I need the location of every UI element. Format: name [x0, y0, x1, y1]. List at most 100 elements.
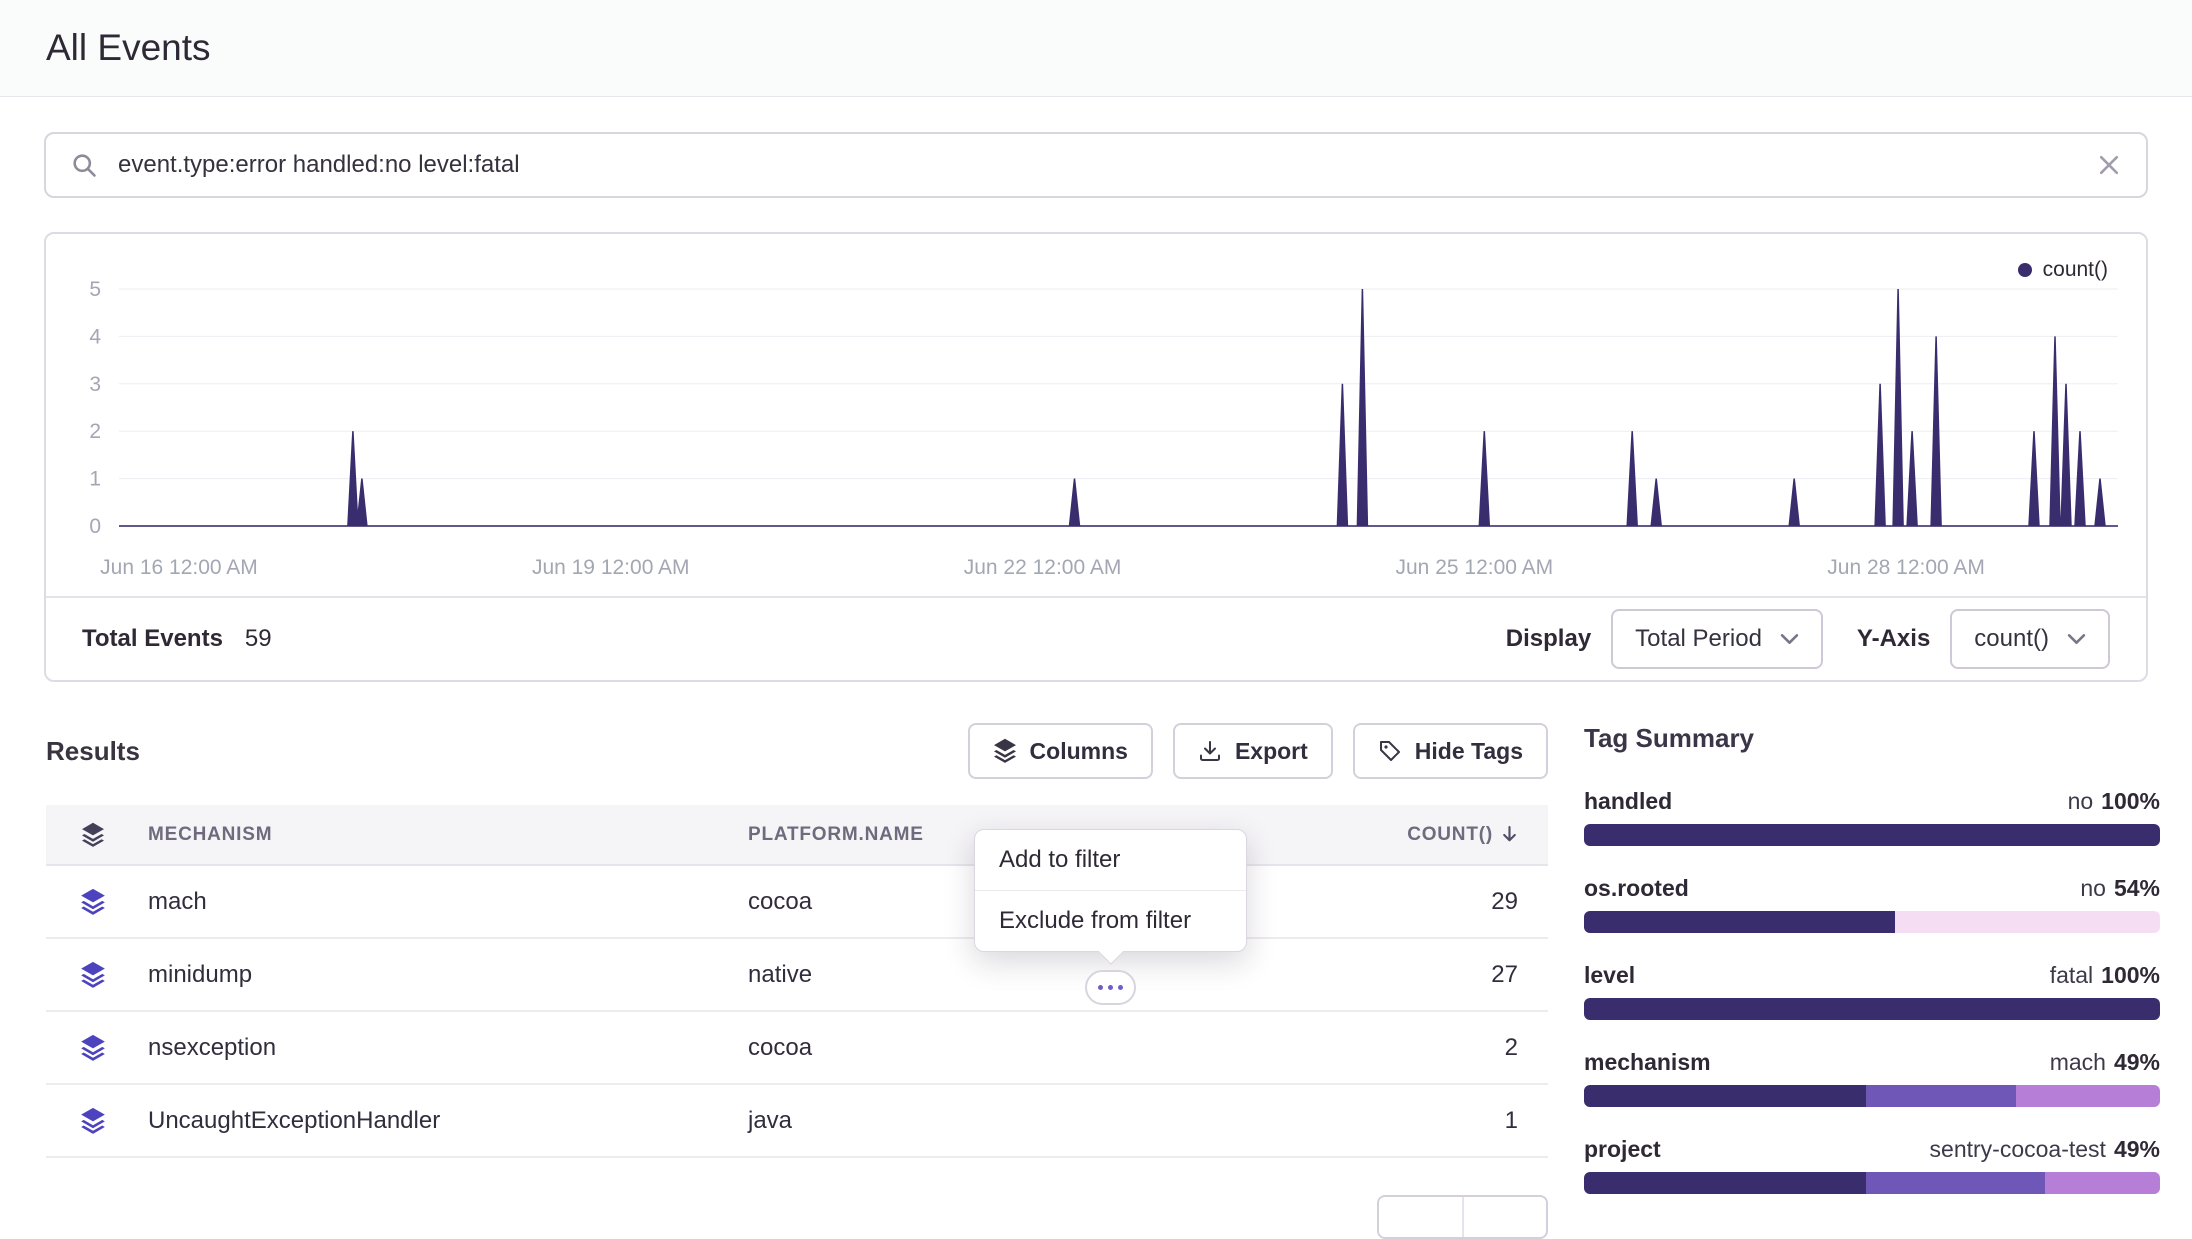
- row-actions-button[interactable]: [1085, 970, 1136, 1005]
- tag-name[interactable]: project: [1584, 1136, 1661, 1163]
- results-heading: Results: [46, 736, 140, 767]
- display-dropdown[interactable]: Total Period: [1611, 609, 1823, 669]
- tag-bar-segment: [1584, 824, 2160, 846]
- columns-button[interactable]: Columns: [968, 723, 1153, 779]
- svg-text:4: 4: [89, 325, 101, 348]
- results-header: Results Columns Export Hide Tags: [46, 723, 1548, 779]
- previous-page-button[interactable]: [1379, 1197, 1462, 1237]
- tag-name[interactable]: os.rooted: [1584, 875, 1689, 902]
- tag-distribution-bar[interactable]: [1584, 998, 2160, 1020]
- chevron-down-icon: [1780, 633, 1799, 645]
- cell-mechanism[interactable]: UncaughtExceptionHandler: [140, 1107, 740, 1135]
- page-title: All Events: [46, 27, 211, 69]
- tag-summary: Tag Summary handledno100%os.rootedno54%l…: [1584, 723, 2160, 1223]
- tag-bar-segment: [1866, 1172, 2045, 1194]
- tag-distribution-bar[interactable]: [1584, 911, 2160, 933]
- cell-count: 2: [1308, 1034, 1548, 1062]
- yaxis-dropdown-value: count(): [1974, 625, 2049, 653]
- cell-mechanism[interactable]: mach: [140, 888, 740, 916]
- tag-os.rooted: os.rootedno54%: [1584, 875, 2160, 933]
- ellipsis-icon: [1098, 985, 1103, 990]
- chart-footer: Total Events 59 Display Total Period Y-A…: [46, 596, 2146, 680]
- tag-handled: handled no100%: [1584, 788, 2160, 846]
- tag-icon: [1378, 738, 1402, 764]
- total-events-label: Total Events: [82, 625, 223, 653]
- legend-dot: [2018, 263, 2032, 277]
- table-row[interactable]: minidumpnative27: [46, 939, 1548, 1012]
- tag-top-value: mach49%: [2050, 1049, 2160, 1076]
- tag-name[interactable]: mechanism: [1584, 1049, 1711, 1076]
- svg-text:5: 5: [89, 278, 101, 301]
- search-icon: [70, 151, 98, 179]
- sort-descending-icon: [1501, 825, 1518, 844]
- results-table: MECHANISM PLATFORM.NAME COUNT() machcoco…: [46, 805, 1548, 1158]
- layers-icon: [46, 961, 140, 989]
- hide-tags-button[interactable]: Hide Tags: [1353, 723, 1548, 779]
- tag-distribution-bar[interactable]: [1584, 1085, 2160, 1107]
- table-body: machcocoa29 minidumpnative27 nsexception…: [46, 866, 1548, 1158]
- cell-mechanism[interactable]: minidump: [140, 961, 740, 989]
- cell-count: 27: [1308, 961, 1548, 989]
- events-chart: 0 1 2 3 4 5 Jun 16 12:00 AM Jun 19 12:00 AM Jun …: [46, 234, 2146, 596]
- cell-platform-name[interactable]: java: [740, 1107, 1308, 1135]
- tag-name[interactable]: handled: [1584, 788, 1672, 815]
- events-chart-panel: count() 0 1 2 3 4 5 Jun 16 12:00 AM Jun 19 12:0…: [44, 232, 2148, 682]
- svg-text:3: 3: [89, 373, 101, 396]
- search-input[interactable]: event.type:error handled:no level:fatal: [118, 151, 2076, 179]
- tag-list: handled no100% os.rootedno54% level fatal100…: [1584, 788, 2160, 1194]
- cell-count: 29: [1308, 888, 1548, 916]
- cell-mechanism[interactable]: nsexception: [140, 1034, 740, 1062]
- svg-text:2: 2: [89, 420, 101, 443]
- tag-distribution-bar[interactable]: [1584, 824, 2160, 846]
- table-row[interactable]: UncaughtExceptionHandlerjava1: [46, 1085, 1548, 1158]
- yaxis-dropdown[interactable]: count(): [1950, 609, 2110, 669]
- next-page-button[interactable]: [1462, 1197, 1547, 1237]
- add-to-filter-menu-item[interactable]: Add to filter: [975, 830, 1246, 890]
- tag-bar-segment: [1584, 911, 1895, 933]
- svg-text:Jun 28 12:00 AM: Jun 28 12:00 AM: [1827, 556, 1985, 579]
- button-label: Export: [1235, 738, 1308, 765]
- all-events-page: { "page": { "title": "All Events" }, "se…: [0, 0, 2192, 1208]
- clear-search-button[interactable]: [2096, 152, 2122, 178]
- legend-label: count(): [2043, 258, 2108, 282]
- yaxis-label: Y-Axis: [1857, 625, 1930, 653]
- cell-platform-name[interactable]: cocoa: [740, 1034, 1308, 1062]
- download-icon: [1198, 738, 1222, 764]
- column-header-mechanism[interactable]: MECHANISM: [140, 824, 740, 846]
- tag-top-value: fatal100%: [2050, 962, 2160, 989]
- layers-icon: [993, 738, 1017, 764]
- results-section: Results Columns Export Hide Tags MECHANI…: [46, 723, 1548, 1223]
- search-bar: event.type:error handled:no level:fatal: [44, 132, 2148, 198]
- svg-text:0: 0: [89, 515, 101, 538]
- table-row[interactable]: machcocoa29: [46, 866, 1548, 939]
- tag-top-value: no100%: [2068, 788, 2160, 815]
- tag-name[interactable]: level: [1584, 962, 1635, 989]
- svg-text:Jun 25 12:00 AM: Jun 25 12:00 AM: [1396, 556, 1554, 579]
- total-events-value: 59: [245, 625, 272, 653]
- svg-text:1: 1: [89, 468, 101, 491]
- svg-text:Jun 16 12:00 AM: Jun 16 12:00 AM: [100, 556, 258, 579]
- export-button[interactable]: Export: [1173, 723, 1333, 779]
- tag-level: level fatal100%: [1584, 962, 2160, 1020]
- chart-legend: count(): [2018, 258, 2108, 282]
- display-label: Display: [1506, 625, 1591, 653]
- tag-bar-segment: [1584, 1085, 1866, 1107]
- cell-platform-name[interactable]: native: [740, 961, 1308, 989]
- pagination-buttons[interactable]: [1377, 1195, 1548, 1239]
- close-icon: [2096, 152, 2122, 178]
- table-row[interactable]: nsexceptioncocoa2: [46, 1012, 1548, 1085]
- results-actions: Columns Export Hide Tags: [968, 723, 1548, 779]
- layers-icon: [46, 822, 140, 848]
- svg-text:Jun 19 12:00 AM: Jun 19 12:00 AM: [532, 556, 690, 579]
- svg-text:Jun 22 12:00 AM: Jun 22 12:00 AM: [964, 556, 1122, 579]
- tag-bar-segment: [1895, 911, 2160, 933]
- button-label: Columns: [1030, 738, 1128, 765]
- page-header: All Events: [0, 0, 2192, 97]
- tag-bar-segment: [2045, 1172, 2160, 1194]
- tag-bar-segment: [1584, 998, 2160, 1020]
- tag-distribution-bar[interactable]: [1584, 1172, 2160, 1194]
- tag-bar-segment: [1866, 1085, 2016, 1107]
- layers-icon: [46, 888, 140, 916]
- tag-bar-segment: [2016, 1085, 2160, 1107]
- column-header-count[interactable]: COUNT(): [1308, 824, 1548, 846]
